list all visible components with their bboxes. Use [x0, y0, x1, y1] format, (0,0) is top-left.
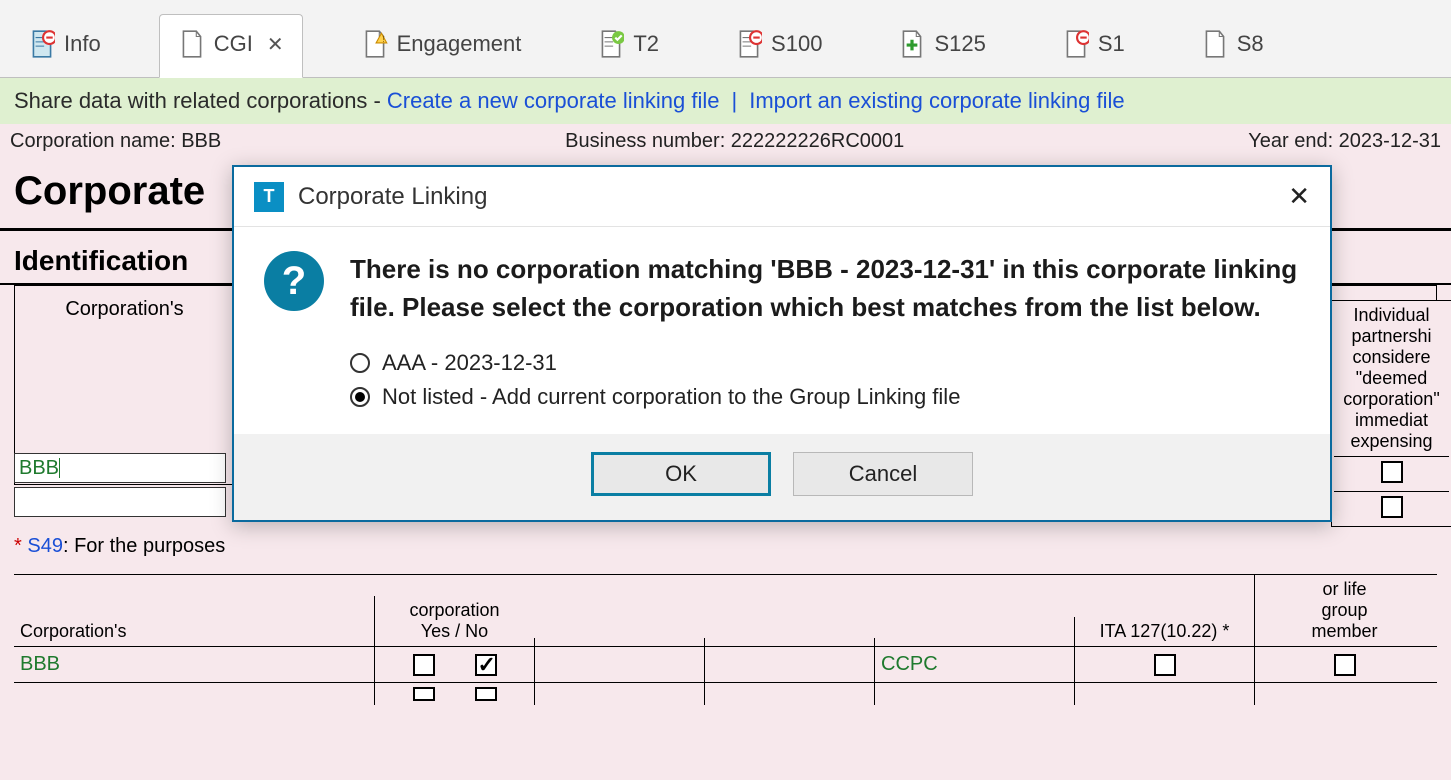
- svg-text:!: !: [382, 34, 384, 44]
- doc-warn-icon: !: [361, 29, 389, 59]
- note-rest: : For the purposes: [63, 535, 225, 557]
- business-number-label: Business number: 222222226RC0001: [565, 130, 904, 153]
- radio-icon: [350, 387, 370, 407]
- col-ita: ITA 127(10.22) *: [1100, 621, 1230, 642]
- tab-label: CGI: [214, 31, 253, 57]
- tab-s8[interactable]: S8: [1183, 15, 1282, 77]
- checkbox[interactable]: [475, 687, 497, 701]
- asterisk: *: [14, 535, 22, 557]
- table-row: BBB CCPC: [14, 646, 1437, 682]
- corp-name-label: Corporation name: BBB: [10, 130, 221, 153]
- ok-button[interactable]: OK: [591, 452, 771, 496]
- table-row: [14, 682, 1437, 705]
- tab-label: S100: [771, 31, 822, 57]
- doc-check-icon: [597, 29, 625, 59]
- question-icon: ?: [264, 251, 324, 311]
- dialog-titlebar: T Corporate Linking ✕: [234, 167, 1330, 227]
- share-prefix: Share data with related corporations -: [14, 88, 381, 114]
- doc-icon: [1201, 29, 1229, 59]
- col-name: Corporation's: [20, 621, 127, 642]
- checkbox[interactable]: [1381, 496, 1403, 518]
- checkbox[interactable]: [1381, 461, 1403, 483]
- corp-name-input[interactable]: BBB: [14, 453, 226, 483]
- corp-name-input-2[interactable]: [14, 487, 226, 517]
- tab-label: S8: [1237, 31, 1264, 57]
- separator: |: [726, 88, 744, 114]
- tab-label: Info: [64, 31, 101, 57]
- option-label: AAA - 2023-12-31: [382, 350, 557, 376]
- tab-info[interactable]: Info: [10, 15, 119, 77]
- checkbox[interactable]: [413, 687, 435, 701]
- dialog-options: AAA - 2023-12-31 Not listed - Add curren…: [234, 336, 1330, 434]
- col-group: or life group member: [1311, 579, 1377, 642]
- tab-label: S125: [934, 31, 985, 57]
- row-corp-name: BBB: [20, 653, 60, 676]
- tab-s1[interactable]: S1: [1044, 15, 1143, 77]
- checkbox-ita[interactable]: [1154, 654, 1176, 676]
- option-not-listed[interactable]: Not listed - Add current corporation to …: [350, 380, 1300, 414]
- tab-strip: Info CGI ✕ ! Engagement T2 S100 S125: [0, 0, 1451, 78]
- tab-s125[interactable]: S125: [880, 15, 1003, 77]
- checkbox-fishing-no[interactable]: [413, 654, 435, 676]
- close-icon[interactable]: ✕: [1288, 181, 1310, 212]
- option-label: Not listed - Add current corporation to …: [382, 384, 960, 410]
- s49-note: * S49: For the purposes: [14, 525, 1437, 568]
- app-logo-icon: T: [254, 182, 284, 212]
- cancel-button[interactable]: Cancel: [793, 452, 973, 496]
- tab-label: S1: [1098, 31, 1125, 57]
- tab-s100[interactable]: S100: [717, 15, 840, 77]
- s49-link[interactable]: S49: [27, 535, 63, 557]
- table-corporations: Corporation's corporation Yes / No ITA 1…: [14, 574, 1437, 705]
- import-linking-file-link[interactable]: Import an existing corporate linking fil…: [749, 88, 1124, 114]
- tab-label: T2: [633, 31, 659, 57]
- checkbox-group[interactable]: [1334, 654, 1356, 676]
- year-end-label: Year end: 2023-12-31: [1248, 130, 1441, 153]
- dialog-message: There is no corporation matching 'BBB - …: [350, 251, 1300, 326]
- doc-minus-icon: [28, 29, 56, 59]
- checkbox-fishing-yes[interactable]: [475, 654, 497, 676]
- close-icon[interactable]: ✕: [267, 32, 284, 57]
- radio-icon: [350, 353, 370, 373]
- dialog-title: Corporate Linking: [298, 183, 487, 211]
- doc-minus-icon: [1062, 29, 1090, 59]
- corporate-linking-dialog: T Corporate Linking ✕ ? There is no corp…: [232, 165, 1332, 522]
- col-fishing: corporation Yes / No: [409, 600, 499, 642]
- row-corp-type: CCPC: [881, 653, 938, 676]
- create-linking-file-link[interactable]: Create a new corporate linking file: [387, 88, 720, 114]
- tab-label: Engagement: [397, 31, 522, 57]
- right-column-immediate-expensing: Individual partnershi considere "deemed …: [1331, 300, 1451, 527]
- doc-icon: [178, 29, 206, 59]
- option-aaa[interactable]: AAA - 2023-12-31: [350, 346, 1300, 380]
- right-col-text: Individual partnershi considere "deemed …: [1334, 305, 1449, 452]
- dialog-button-row: OK Cancel: [234, 434, 1330, 520]
- tab-t2[interactable]: T2: [579, 15, 677, 77]
- col-corp-name: Corporation's: [65, 298, 183, 321]
- corp-name-value: BBB: [19, 457, 59, 480]
- tab-engagement[interactable]: ! Engagement: [343, 15, 540, 77]
- info-row: Corporation name: BBB Business number: 2…: [0, 124, 1451, 159]
- share-bar: Share data with related corporations - C…: [0, 78, 1451, 124]
- doc-plus-icon: [898, 29, 926, 59]
- doc-minus-icon: [735, 29, 763, 59]
- tab-cgi[interactable]: CGI ✕: [159, 14, 303, 78]
